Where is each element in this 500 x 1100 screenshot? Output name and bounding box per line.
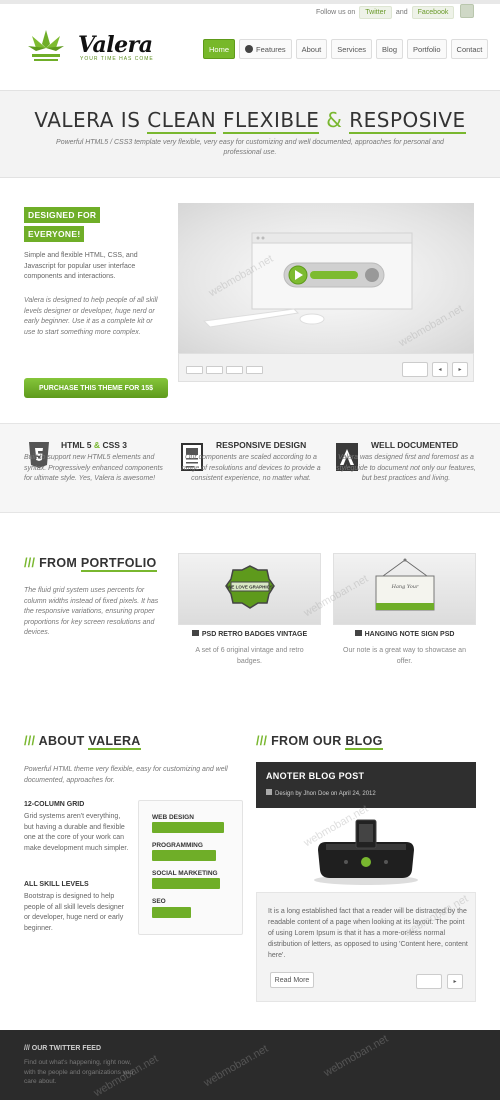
skill-bar <box>152 822 224 833</box>
about-title-about: ABOUT <box>38 734 85 748</box>
about-title: /// ABOUT VALERA <box>24 734 141 750</box>
intro-text-1: Simple and flexible HTML, CSS, and Javas… <box>24 252 138 280</box>
hero-title-word3: RESPOSIVE <box>349 108 466 134</box>
portfolio-item-2-caption[interactable]: HANGING NOTE SIGN PSD <box>333 630 476 638</box>
slider-dot[interactable] <box>246 366 263 374</box>
portfolio-item-2-text: Our note is a great way to showcase an o… <box>343 647 466 665</box>
intro-badge-line1: DESIGNED FOR <box>24 207 101 223</box>
feature-1-title-b: CSS 3 <box>102 440 128 450</box>
nav-blog[interactable]: Blog <box>376 39 404 59</box>
portfolio-title-prefix: /// <box>24 556 36 570</box>
skill-bar <box>152 907 191 918</box>
portfolio-title-from: FROM <box>39 556 78 570</box>
grid-text: Grid systems aren't everything, but havi… <box>24 813 129 852</box>
hero-title-word2: FLEXIBLE <box>223 108 320 134</box>
levels-text: Bootstrap is designed to help people of … <box>24 893 124 932</box>
gear-icon <box>245 45 254 53</box>
about-title-prefix: /// <box>24 734 36 748</box>
blog-title: /// FROM OUR BLOG <box>256 734 383 750</box>
blog-title-from: FROM OUR <box>271 734 342 748</box>
feature-2-text: Our components are scaled according to a… <box>181 454 321 482</box>
hero-subtitle: Powerful HTML5 / CSS3 template very flex… <box>56 139 444 156</box>
slider-dot[interactable] <box>206 366 223 374</box>
rss-icon[interactable] <box>460 4 474 18</box>
portfolio-item-1-caption-text: PSD RETRO BADGES VINTAGE <box>201 631 308 638</box>
skill-label: PROGRAMMING <box>152 842 203 849</box>
blog-post-image <box>256 808 476 892</box>
skill-label: WEB DESIGN <box>152 814 194 821</box>
purchase-button[interactable]: PURCHASE THIS THEME FOR 15$ <box>24 378 168 398</box>
social-follow: Follow us on Twitter and Facebook <box>316 6 455 19</box>
nav-portfolio[interactable]: Portfolio <box>407 39 447 59</box>
blog-title-prefix: /// <box>256 734 268 748</box>
skill-bar <box>152 878 220 889</box>
nav-features[interactable]: Features <box>239 39 292 59</box>
feature-3-text: Valera was designed first and foremost a… <box>336 454 476 482</box>
slider-prev-button[interactable]: ◂ <box>432 362 448 377</box>
blog-post-meta-text: Design by Jhon Doe on April 24, 2012 <box>275 791 376 797</box>
intro-badge-line2: EVERYONE! <box>24 226 85 242</box>
portfolio-item-1-caption[interactable]: PSD RETRO BADGES VINTAGE <box>178 630 321 638</box>
portfolio-badge-text: WE LOVE GRAPHICS <box>227 585 273 590</box>
feature-2-title: RESPONSIVE DESIGN <box>216 440 307 450</box>
facebook-link[interactable]: Facebook <box>411 6 455 19</box>
main-nav: Home Features About Services Blog Portfo… <box>203 39 489 59</box>
and-text: and <box>395 9 408 16</box>
follow-text: Follow us on <box>316 9 356 16</box>
slider-dot[interactable] <box>226 366 243 374</box>
image-icon <box>354 630 362 636</box>
blog-title-word: BLOG <box>345 734 383 750</box>
blog-post-meta: Design by Jhon Doe on April 24, 2012 <box>266 789 376 797</box>
feature-3-title: WELL DOCUMENTED <box>371 440 459 450</box>
blog-pause-button[interactable] <box>416 974 442 989</box>
levels-title: ALL SKILL LEVELS <box>24 881 89 888</box>
blog-post-title[interactable]: ANOTER BLOG POST <box>266 771 364 781</box>
grid-title: 12-COLUMN GRID <box>24 801 85 808</box>
slider-next-button[interactable]: ▸ <box>452 362 468 377</box>
twitter-link[interactable]: Twitter <box>359 6 392 19</box>
calendar-icon <box>266 789 272 795</box>
skill-bar <box>152 850 216 861</box>
skill-label: SEO <box>152 898 166 905</box>
hero-title-part1: VALERA IS <box>34 108 141 132</box>
feature-1-title-a: HTML 5 <box>61 440 92 450</box>
skill-label: SOCIAL MARKETING <box>152 870 218 877</box>
nav-services[interactable]: Services <box>331 39 372 59</box>
twitter-feed-title: /// OUR TWITTER FEED <box>24 1045 101 1052</box>
about-text: Powerful HTML theme very flexible, easy … <box>24 766 228 784</box>
logo-tagline: YOUR TIME HAS COME <box>80 56 154 62</box>
badge-image: WE LOVE GRAPHICS <box>225 565 275 609</box>
logo-name[interactable]: Valera <box>78 32 153 58</box>
intro-text-2: Valera is designed to help people of all… <box>24 297 158 336</box>
slider-dot[interactable] <box>186 366 203 374</box>
portfolio-title: /// FROM PORTFOLIO <box>24 556 157 572</box>
read-more-button[interactable]: Read More <box>270 972 314 988</box>
nav-about[interactable]: About <box>295 39 328 59</box>
leaf-logo-icon[interactable] <box>26 28 66 64</box>
feature-1-title: HTML 5 & CSS 3 <box>61 440 127 450</box>
hero-title-amp: & <box>326 108 343 132</box>
blog-next-button[interactable]: ▸ <box>447 974 463 989</box>
image-icon <box>191 630 199 636</box>
about-title-word: VALERA <box>88 734 141 750</box>
feature-1-title-amp: & <box>93 440 101 450</box>
portfolio-image-1[interactable]: WE LOVE GRAPHICS <box>178 553 321 625</box>
hero-title: VALERA IS CLEAN FLEXIBLE & RESPOSIVE <box>0 108 500 134</box>
hero-band <box>0 90 500 178</box>
nav-contact[interactable]: Contact <box>450 39 489 59</box>
portfolio-item-1-text: A set of 6 original vintage and retro ba… <box>195 647 304 665</box>
nav-home[interactable]: Home <box>203 39 236 59</box>
slider-pause-button[interactable] <box>402 362 428 377</box>
hero-title-word1: CLEAN <box>147 108 217 134</box>
feature-1-text: Built to support new HTML5 elements and … <box>24 454 163 482</box>
portfolio-title-word: PORTFOLIO <box>80 556 157 572</box>
portfolio-sign-text: Hang Your <box>391 584 419 590</box>
portfolio-text: The fluid grid system uses percents for … <box>24 587 159 636</box>
nav-features-label: Features <box>256 44 286 54</box>
portfolio-item-2-caption-text: HANGING NOTE SIGN PSD <box>364 631 455 638</box>
speaker-dock-image <box>314 819 418 885</box>
